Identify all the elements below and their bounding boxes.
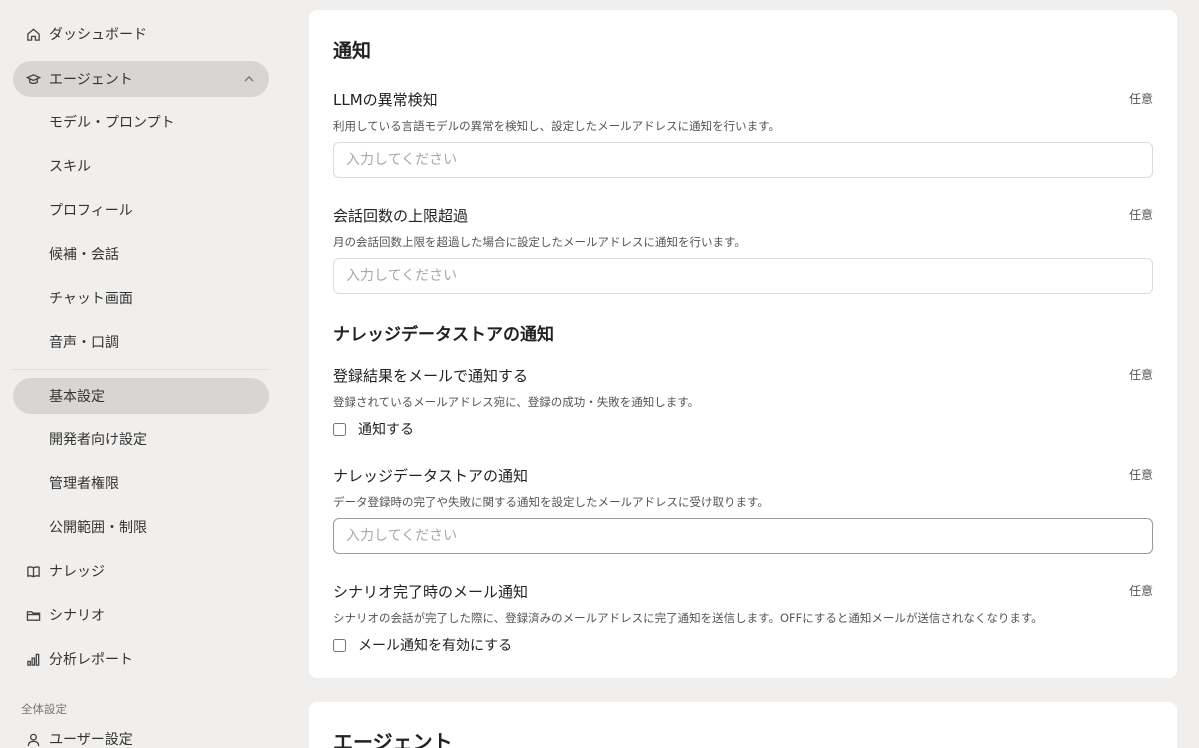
conversation-limit-label: 会話回数の上限超過 xyxy=(333,207,469,225)
sidebar-item-analytics[interactable]: 分析レポート xyxy=(13,641,269,677)
sidebar-item-knowledge[interactable]: ナレッジ xyxy=(13,553,269,589)
sidebar-item-model-prompt[interactable]: モデル・プロンプト xyxy=(13,104,269,140)
optional-badge: 任意 xyxy=(1128,208,1153,222)
register-notify-checkbox-row[interactable]: 通知する xyxy=(333,419,414,439)
sidebar-item-label: 基本設定 xyxy=(49,389,105,405)
sidebar-item-label: スキル xyxy=(49,159,91,175)
knowledge-notify-desc: データ登録時の完了や失敗に関する通知を設定したメールアドレスに受け取ります。 xyxy=(333,495,769,509)
book-icon xyxy=(25,563,41,579)
register-notify-checkbox[interactable] xyxy=(333,422,346,436)
sidebar-item-agent[interactable]: エージェント xyxy=(13,61,269,97)
home-icon xyxy=(25,26,41,42)
sidebar-item-developer-settings[interactable]: 開発者向け設定 xyxy=(13,421,269,457)
sidebar-item-label: 音声・口調 xyxy=(49,335,119,351)
sidebar-item-voice-tone[interactable]: 音声・口調 xyxy=(13,324,269,360)
sidebar-item-label: 候補・会話 xyxy=(49,247,119,263)
sidebar-item-skill[interactable]: スキル xyxy=(13,148,269,184)
user-icon xyxy=(25,731,41,747)
sidebar-item-label: 分析レポート xyxy=(49,652,133,668)
sidebar-divider xyxy=(13,369,269,370)
checkbox-label: メール通知を有効にする xyxy=(358,638,513,654)
sidebar-item-label: エージェント xyxy=(49,72,133,88)
optional-badge: 任意 xyxy=(1128,468,1153,482)
scenario-complete-desc: シナリオの会話が完了した際に、登録済みのメールアドレスに完了通知を送信します。O… xyxy=(333,611,1043,625)
sidebar-item-label: シナリオ xyxy=(49,608,105,624)
sidebar-item-label: チャット画面 xyxy=(49,291,133,307)
sidebar-item-label: 公開範囲・制限 xyxy=(49,520,147,536)
knowledge-notify-section-title: ナレッジデータストアの通知 xyxy=(333,325,554,345)
sidebar-item-scenario[interactable]: シナリオ xyxy=(13,597,269,633)
chevron-up-icon[interactable] xyxy=(243,73,255,85)
conversation-limit-desc: 月の会話回数上限を超過した場合に設定したメールアドレスに通知を行います。 xyxy=(333,235,746,249)
optional-badge: 任意 xyxy=(1128,584,1153,598)
agent-card-title: エージェント xyxy=(333,730,453,748)
folder-icon xyxy=(25,607,41,623)
optional-badge: 任意 xyxy=(1128,92,1153,106)
sidebar-item-dashboard[interactable]: ダッシュボード xyxy=(13,16,269,52)
scenario-mail-checkbox[interactable] xyxy=(333,638,346,652)
notifications-title: 通知 xyxy=(333,40,372,62)
register-result-desc: 登録されているメールアドレス宛に、登録の成功・失敗を通知します。 xyxy=(333,395,700,409)
sidebar-item-admin-permissions[interactable]: 管理者権限 xyxy=(13,465,269,501)
sidebar-item-visibility-limits[interactable]: 公開範囲・制限 xyxy=(13,509,269,545)
sidebar: ダッシュボード エージェント モデル・プロンプト スキル プロフィール 候補・会… xyxy=(0,0,285,748)
notifications-card: 通知 LLMの異常検知 任意 利用している言語モデルの異常を検知し、設定したメー… xyxy=(309,10,1177,678)
sidebar-item-profile[interactable]: プロフィール xyxy=(13,192,269,228)
chart-icon xyxy=(25,651,41,667)
sidebar-item-label: ユーザー設定 xyxy=(49,732,133,748)
checkbox-label: 通知する xyxy=(358,422,414,438)
optional-badge: 任意 xyxy=(1128,368,1153,382)
scenario-mail-checkbox-row[interactable]: メール通知を有効にする xyxy=(333,635,512,655)
conversation-limit-email-input[interactable] xyxy=(333,258,1153,294)
knowledge-notify-email-input[interactable] xyxy=(333,518,1153,554)
sidebar-item-label: 管理者権限 xyxy=(49,476,119,492)
knowledge-notify-label: ナレッジデータストアの通知 xyxy=(333,467,529,485)
sidebar-item-basic-settings[interactable]: 基本設定 xyxy=(13,378,269,414)
sidebar-item-chat-screen[interactable]: チャット画面 xyxy=(13,280,269,316)
llm-anomaly-label: LLMの異常検知 xyxy=(333,91,438,109)
llm-anomaly-desc: 利用している言語モデルの異常を検知し、設定したメールアドレスに通知を行います。 xyxy=(333,119,781,133)
sidebar-item-label: プロフィール xyxy=(49,203,133,219)
llm-anomaly-email-input[interactable] xyxy=(333,142,1153,178)
sidebar-item-label: モデル・プロンプト xyxy=(49,115,175,131)
sidebar-item-suggestions[interactable]: 候補・会話 xyxy=(13,236,269,272)
register-result-label: 登録結果をメールで通知する xyxy=(333,367,529,385)
agent-icon xyxy=(25,71,41,87)
sidebar-item-user-settings[interactable]: ユーザー設定 xyxy=(13,721,269,748)
sidebar-item-label: ダッシュボード xyxy=(49,27,147,43)
agent-card: エージェント xyxy=(309,702,1177,748)
sidebar-item-label: 開発者向け設定 xyxy=(49,432,147,448)
sidebar-item-label: ナレッジ xyxy=(49,564,105,580)
scenario-complete-label: シナリオ完了時のメール通知 xyxy=(333,583,529,601)
section-label-global-settings: 全体設定 xyxy=(21,702,67,716)
